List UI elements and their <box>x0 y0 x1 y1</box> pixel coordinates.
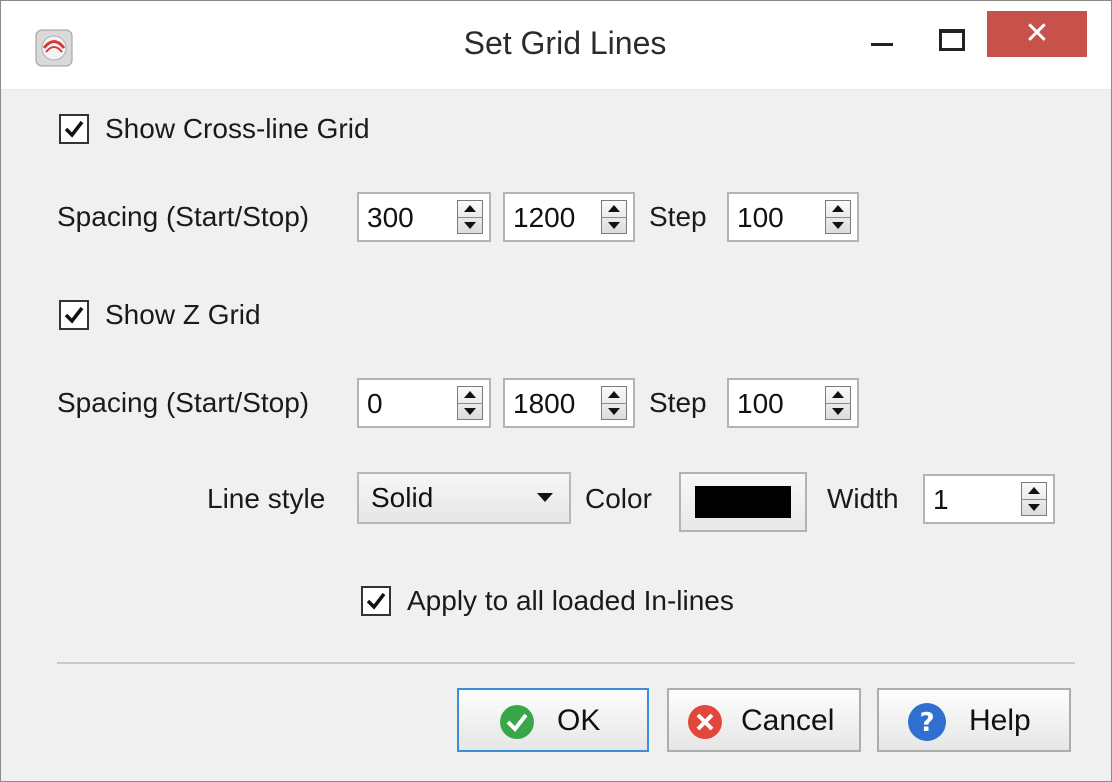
zgrid-step-spinner[interactable]: 100 <box>727 378 859 428</box>
line-style-value: Solid <box>371 482 434 513</box>
spin-up-icon[interactable] <box>826 387 850 404</box>
spinner-buttons <box>825 386 851 420</box>
spin-up-icon[interactable] <box>826 201 850 218</box>
checkmark-icon <box>366 592 386 610</box>
help-question-icon: ? <box>907 702 947 742</box>
color-picker-button[interactable] <box>679 472 807 532</box>
crossline-step-spinner[interactable]: 100 <box>727 192 859 242</box>
spinner-buttons <box>825 200 851 234</box>
width-value: 1 <box>933 484 949 515</box>
spin-down-icon[interactable] <box>602 218 626 234</box>
help-button[interactable]: ? Help <box>877 688 1071 752</box>
spin-down-icon[interactable] <box>826 218 850 234</box>
spin-up-icon[interactable] <box>458 201 482 218</box>
spin-down-icon[interactable] <box>602 404 626 420</box>
crossline-start-value: 300 <box>367 202 414 233</box>
minimize-button[interactable] <box>859 17 907 57</box>
show-z-grid-checkbox[interactable] <box>59 300 89 330</box>
spin-up-icon[interactable] <box>458 387 482 404</box>
cancel-button-label: Cancel <box>741 704 835 737</box>
spin-up-icon[interactable] <box>1022 483 1046 500</box>
width-label: Width <box>827 483 899 514</box>
zgrid-step-label: Step <box>649 387 707 418</box>
spinner-buttons <box>457 386 483 420</box>
dialog-window: Set Grid Lines ✕ Show Cross-line Grid Sp… <box>0 0 1112 782</box>
spin-up-icon[interactable] <box>602 387 626 404</box>
ok-button[interactable]: OK <box>457 688 649 752</box>
show-z-grid-label: Show Z Grid <box>105 299 261 330</box>
zgrid-start-value: 0 <box>367 388 383 419</box>
spinner-buttons <box>601 386 627 420</box>
crossline-spacing-label: Spacing (Start/Stop) <box>57 201 310 232</box>
zgrid-step-value: 100 <box>737 388 784 419</box>
zgrid-stop-value: 1800 <box>513 388 576 419</box>
crossline-step-value: 100 <box>737 202 784 233</box>
maximize-button[interactable] <box>925 17 975 57</box>
crossline-start-spinner[interactable]: 300 <box>357 192 491 242</box>
close-icon: ✕ <box>1024 17 1050 50</box>
ok-button-label: OK <box>557 704 601 737</box>
line-style-label: Line style <box>207 483 326 514</box>
spinner-buttons <box>1021 482 1047 516</box>
cancel-x-icon <box>687 704 723 740</box>
checkmark-icon <box>64 306 84 324</box>
chevron-down-icon <box>537 493 553 502</box>
spin-down-icon[interactable] <box>826 404 850 420</box>
show-crossline-grid-label: Show Cross-line Grid <box>105 113 370 144</box>
help-button-label: Help <box>969 704 1031 737</box>
crossline-stop-spinner[interactable]: 1200 <box>503 192 635 242</box>
spin-down-icon[interactable] <box>458 218 482 234</box>
zgrid-stop-spinner[interactable]: 1800 <box>503 378 635 428</box>
svg-text:?: ? <box>919 708 934 738</box>
spin-up-icon[interactable] <box>602 201 626 218</box>
crossline-stop-value: 1200 <box>513 202 576 233</box>
title-bar: Set Grid Lines ✕ <box>1 1 1111 90</box>
cancel-button[interactable]: Cancel <box>667 688 861 752</box>
dialog-content: Show Cross-line Grid Spacing (Start/Stop… <box>1 90 1111 780</box>
width-spinner[interactable]: 1 <box>923 474 1055 524</box>
checkmark-icon <box>64 120 84 138</box>
ok-check-icon <box>499 704 535 740</box>
color-swatch <box>695 486 791 518</box>
zgrid-spacing-label: Spacing (Start/Stop) <box>57 387 310 418</box>
crossline-step-label: Step <box>649 201 707 232</box>
spinner-buttons <box>601 200 627 234</box>
spinner-buttons <box>457 200 483 234</box>
apply-all-inlines-checkbox[interactable] <box>361 586 391 616</box>
close-button[interactable]: ✕ <box>987 11 1087 57</box>
apply-all-inlines-label: Apply to all loaded In-lines <box>407 585 734 616</box>
zgrid-start-spinner[interactable]: 0 <box>357 378 491 428</box>
line-style-dropdown[interactable]: Solid <box>357 472 571 524</box>
separator <box>57 662 1075 664</box>
spin-down-icon[interactable] <box>1022 500 1046 516</box>
color-label: Color <box>585 483 652 514</box>
spin-down-icon[interactable] <box>458 404 482 420</box>
show-crossline-grid-checkbox[interactable] <box>59 114 89 144</box>
